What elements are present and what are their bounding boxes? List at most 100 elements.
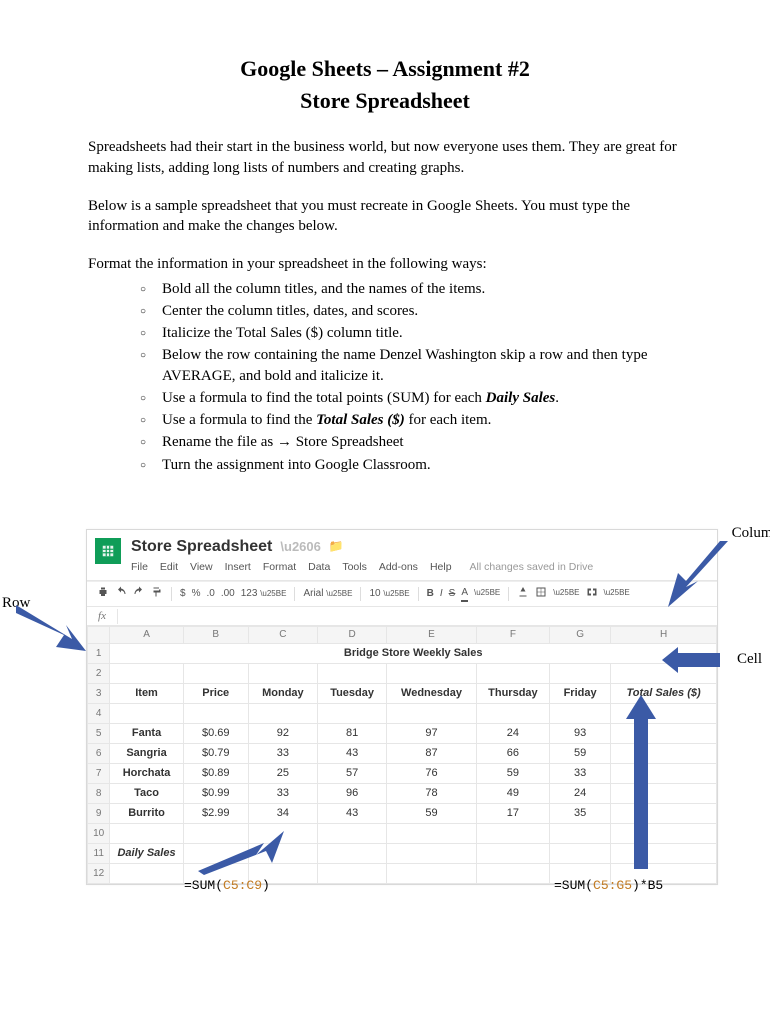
cell[interactable]	[611, 664, 717, 684]
cell[interactable]: 59	[387, 804, 477, 824]
cell[interactable]: $2.99	[183, 804, 248, 824]
row-header[interactable]: 4	[88, 704, 110, 724]
menu-file[interactable]: File	[131, 560, 148, 574]
cell[interactable]: 66	[476, 744, 549, 764]
cell[interactable]	[318, 864, 387, 884]
cell-header-price[interactable]: Price	[183, 684, 248, 704]
row-header[interactable]: 6	[88, 744, 110, 764]
col-header[interactable]: B	[183, 627, 248, 644]
cell[interactable]: 76	[387, 764, 477, 784]
cell[interactable]: 34	[248, 804, 317, 824]
folder-icon[interactable]: 📁	[329, 538, 344, 556]
cell[interactable]: 33	[248, 784, 317, 804]
menu-addons[interactable]: Add-ons	[379, 560, 418, 574]
borders-icon[interactable]	[535, 586, 547, 603]
col-header[interactable]: C	[248, 627, 317, 644]
cell[interactable]	[318, 844, 387, 864]
cell[interactable]: 43	[318, 744, 387, 764]
cell[interactable]	[611, 824, 717, 844]
cell[interactable]: 92	[248, 724, 317, 744]
cell[interactable]: 59	[550, 744, 611, 764]
cell[interactable]	[611, 764, 717, 784]
cell[interactable]	[318, 664, 387, 684]
redo-icon[interactable]	[133, 586, 145, 603]
cell[interactable]: 93	[550, 724, 611, 744]
cell[interactable]	[387, 864, 477, 884]
cell[interactable]	[110, 824, 183, 844]
row-header[interactable]: 12	[88, 864, 110, 884]
undo-icon[interactable]	[115, 586, 127, 603]
cell[interactable]	[183, 664, 248, 684]
cell-header-thu[interactable]: Thursday	[476, 684, 549, 704]
cell[interactable]: 78	[387, 784, 477, 804]
cell[interactable]	[183, 824, 248, 844]
more-formats-button[interactable]: 123 \u25BE	[241, 587, 287, 601]
menu-tools[interactable]: Tools	[342, 560, 367, 574]
cell[interactable]	[110, 704, 183, 724]
cell-header-item[interactable]: Item	[110, 684, 183, 704]
row-header[interactable]: 10	[88, 824, 110, 844]
col-header[interactable]: A	[110, 627, 183, 644]
cell[interactable]: Taco	[110, 784, 183, 804]
cell[interactable]	[611, 844, 717, 864]
cell[interactable]	[248, 844, 317, 864]
cell[interactable]: 25	[248, 764, 317, 784]
increase-decimal-button[interactable]: .00	[221, 587, 235, 601]
cell[interactable]: 49	[476, 784, 549, 804]
row-header[interactable]: 3	[88, 684, 110, 704]
currency-button[interactable]: $	[180, 587, 186, 601]
corner-cell[interactable]	[88, 627, 110, 644]
font-size-select[interactable]: 10 \u25BE	[369, 587, 409, 601]
italic-button[interactable]: I	[440, 587, 443, 601]
font-select[interactable]: Arial \u25BE	[303, 587, 352, 601]
cell[interactable]	[387, 664, 477, 684]
bold-button[interactable]: B	[427, 587, 434, 601]
cell[interactable]: $0.79	[183, 744, 248, 764]
cell[interactable]: Burrito	[110, 804, 183, 824]
cell[interactable]	[387, 844, 477, 864]
row-header[interactable]: 9	[88, 804, 110, 824]
fill-color-icon[interactable]	[517, 586, 529, 603]
cell[interactable]: 59	[476, 764, 549, 784]
menu-insert[interactable]: Insert	[225, 560, 251, 574]
merge-icon[interactable]	[586, 586, 598, 603]
cell[interactable]	[476, 864, 549, 884]
cell[interactable]	[611, 704, 717, 724]
cell[interactable]	[318, 704, 387, 724]
spreadsheet-grid[interactable]: A B C D E F G H 1 Bridge Store Weekly Sa…	[87, 626, 717, 884]
cell[interactable]: 33	[550, 764, 611, 784]
cell[interactable]: 35	[550, 804, 611, 824]
cell[interactable]	[110, 864, 183, 884]
menu-view[interactable]: View	[190, 560, 213, 574]
col-header[interactable]: F	[476, 627, 549, 644]
cell-header-tue[interactable]: Tuesday	[318, 684, 387, 704]
cell[interactable]	[248, 664, 317, 684]
cell[interactable]	[183, 844, 248, 864]
cell-header-fri[interactable]: Friday	[550, 684, 611, 704]
cell[interactable]: $0.69	[183, 724, 248, 744]
strike-button[interactable]: S	[449, 587, 456, 601]
cell[interactable]	[611, 784, 717, 804]
menu-format[interactable]: Format	[263, 560, 296, 574]
cell[interactable]	[248, 824, 317, 844]
cell-header-total[interactable]: Total Sales ($)	[611, 684, 717, 704]
row-header[interactable]: 2	[88, 664, 110, 684]
text-color-button[interactable]: A	[461, 586, 468, 602]
cell[interactable]	[476, 844, 549, 864]
col-header[interactable]: D	[318, 627, 387, 644]
cell[interactable]: 87	[387, 744, 477, 764]
print-icon[interactable]	[97, 586, 109, 603]
cell[interactable]: 96	[318, 784, 387, 804]
row-header[interactable]: 1	[88, 644, 110, 664]
cell-daily-sales[interactable]: Daily Sales	[110, 844, 183, 864]
cell[interactable]	[387, 824, 477, 844]
cell[interactable]: 57	[318, 764, 387, 784]
cell[interactable]	[476, 704, 549, 724]
cell[interactable]: $0.89	[183, 764, 248, 784]
cell[interactable]: 17	[476, 804, 549, 824]
cell[interactable]	[550, 824, 611, 844]
cell-header-mon[interactable]: Monday	[248, 684, 317, 704]
cell[interactable]	[550, 844, 611, 864]
cell[interactable]: 97	[387, 724, 477, 744]
cell[interactable]	[611, 804, 717, 824]
